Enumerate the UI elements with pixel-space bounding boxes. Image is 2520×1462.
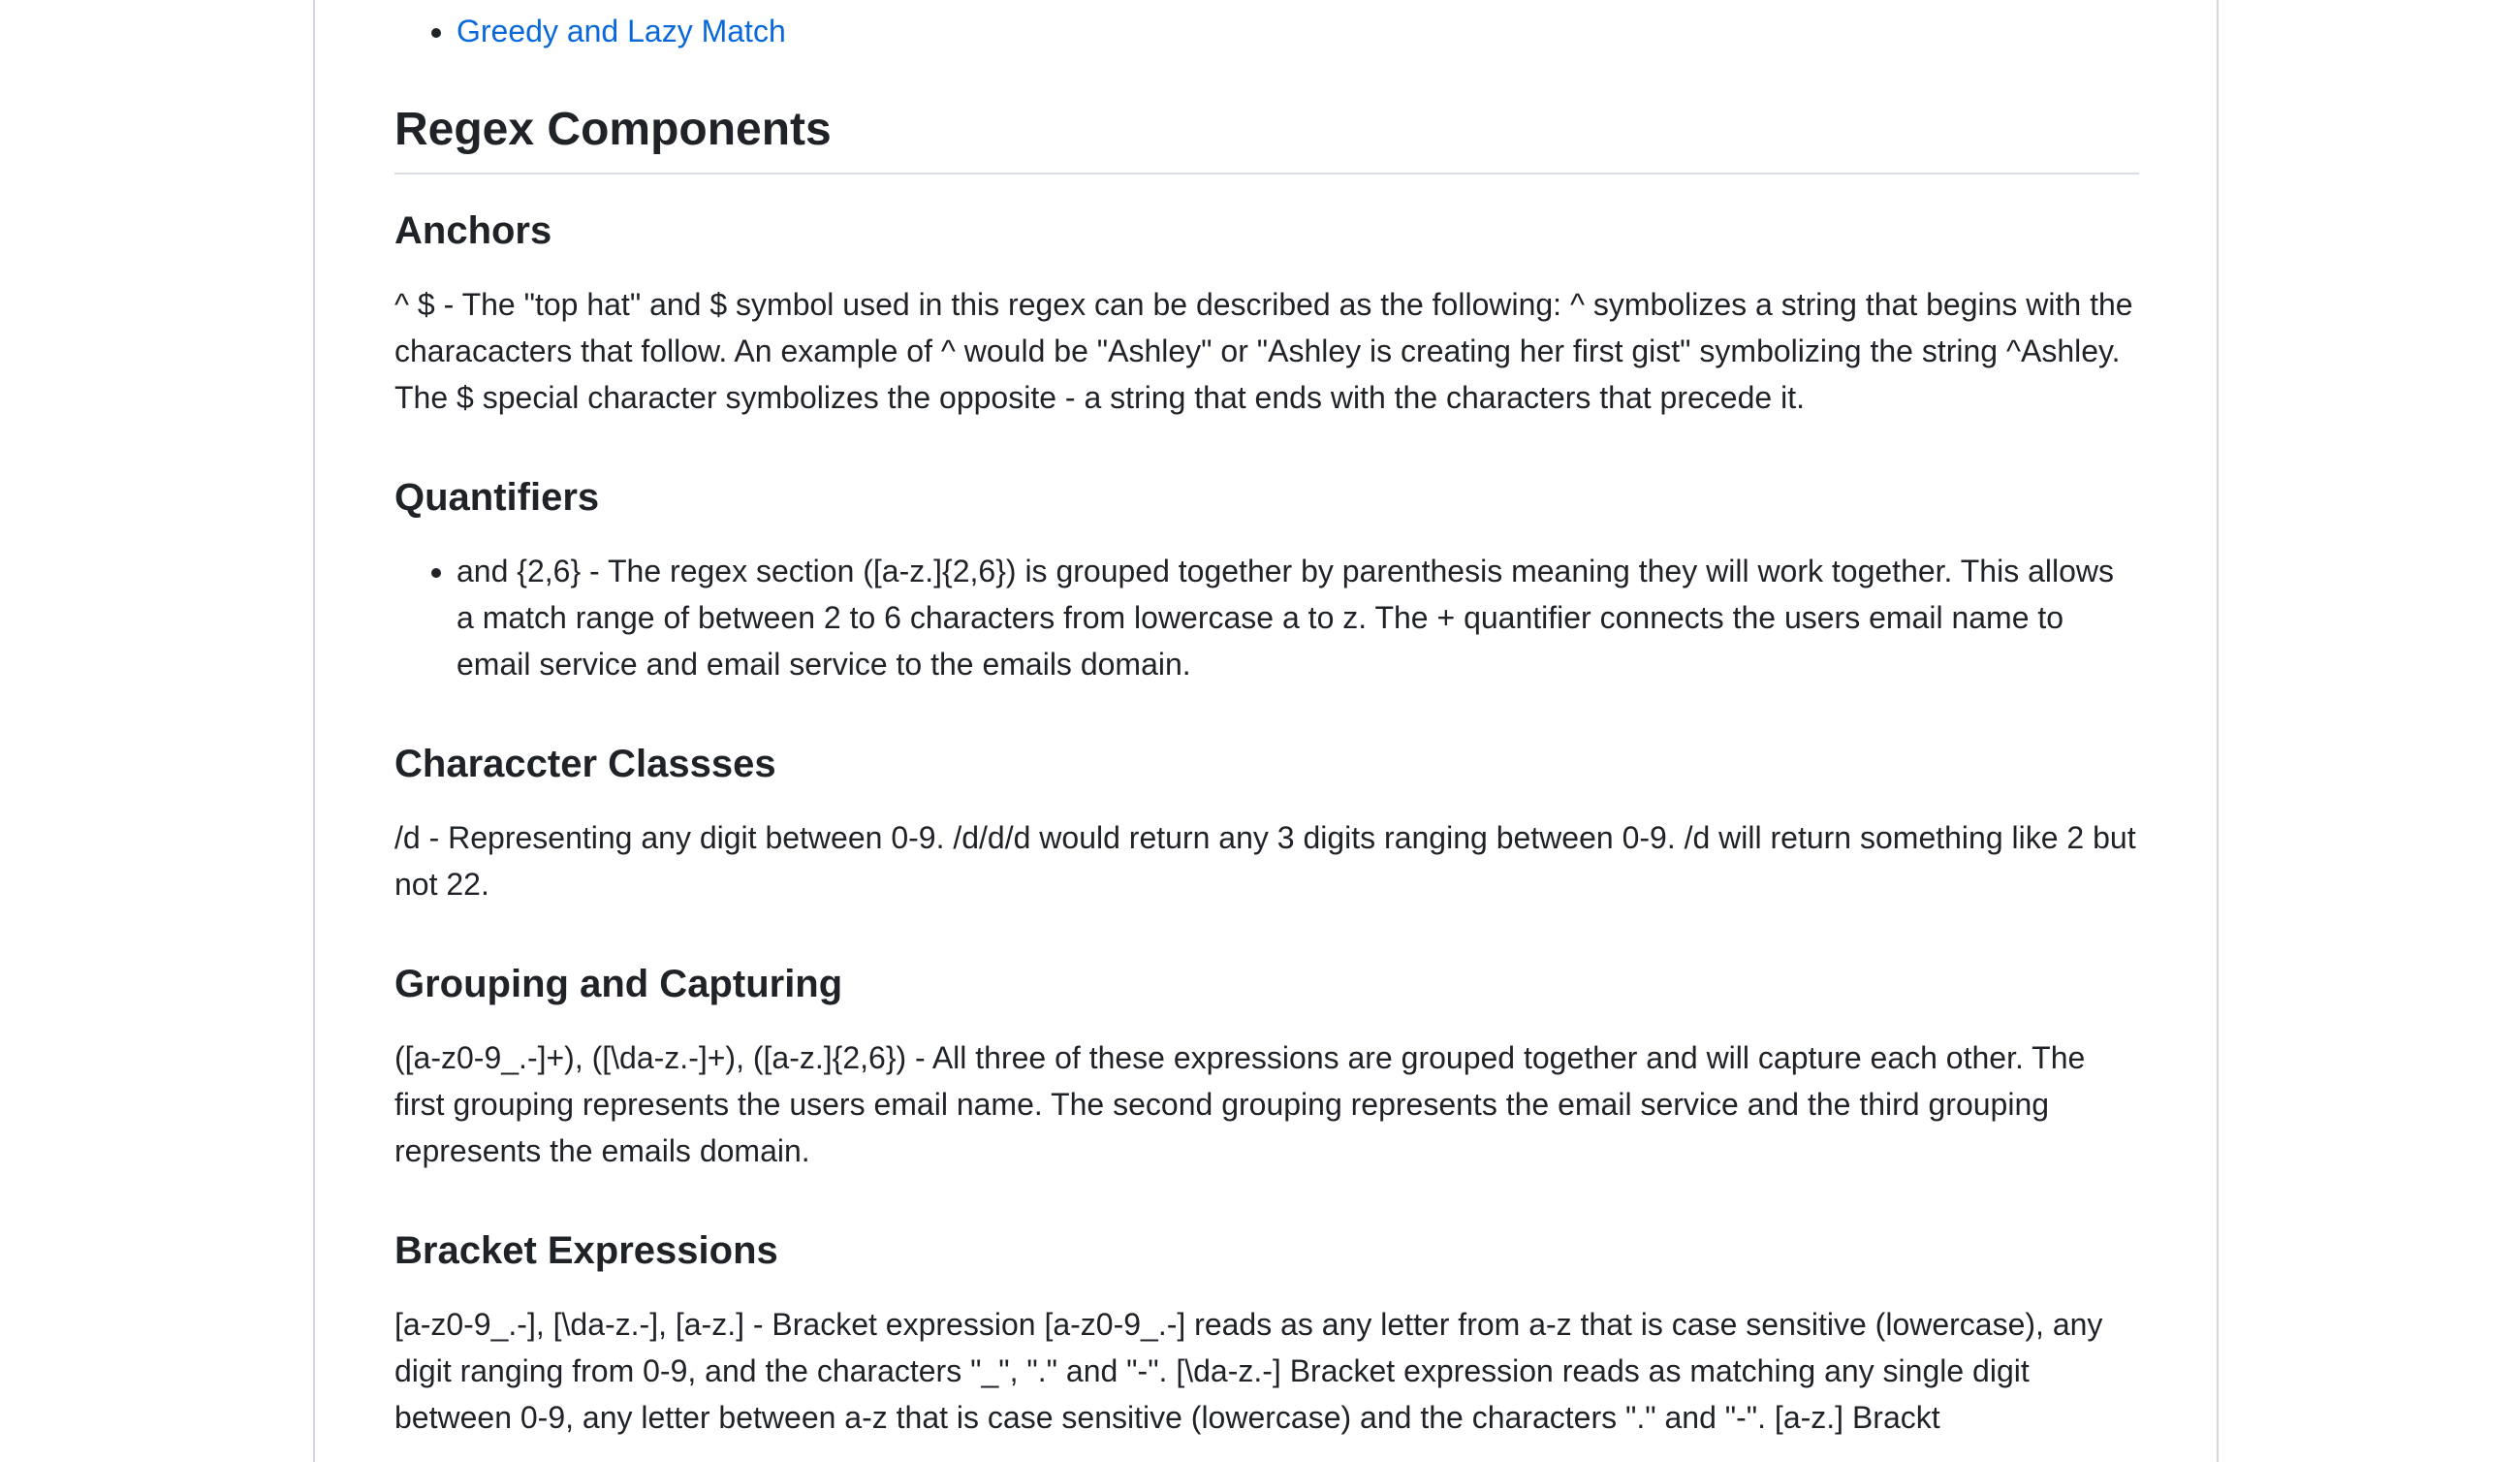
character-classes-paragraph: /d - Representing any digit between 0-9.… bbox=[394, 820, 2136, 902]
heading-quantifiers: Quantifiers bbox=[394, 476, 600, 519]
markdown-article: Greedy and Lazy Match Regex Components A… bbox=[313, 0, 2219, 1462]
page: Greedy and Lazy Match Regex Components A… bbox=[0, 0, 2520, 1462]
heading-bracket-expressions: Bracket Expressions bbox=[394, 1229, 778, 1272]
anchors-paragraph: ^ $ - The "top hat" and $ symbol used in… bbox=[394, 287, 2133, 415]
toc-link-greedy-lazy-match[interactable]: Greedy and Lazy Match bbox=[457, 14, 786, 48]
heading-grouping-capturing: Grouping and Capturing bbox=[394, 963, 843, 1005]
heading-character-classes: Characcter Classses bbox=[394, 743, 776, 785]
quantifiers-list: and {2,6} - The regex section ([a-z.]{2,… bbox=[394, 548, 2139, 687]
grouping-paragraph: ([a-z0-9_.-]+), ([\da-z.-]+), ([a-z.]{2,… bbox=[394, 1040, 2086, 1168]
section-title: Regex Components bbox=[394, 97, 2139, 175]
table-of-contents: Greedy and Lazy Match bbox=[394, 8, 786, 54]
heading-anchors: Anchors bbox=[394, 209, 552, 252]
bracket-paragraph: [a-z0-9_.-], [\da-z.-], [a-z.] - Bracket… bbox=[394, 1307, 2103, 1435]
quantifiers-list-item: and {2,6} - The regex section ([a-z.]{2,… bbox=[457, 548, 2139, 687]
toc-item: Greedy and Lazy Match bbox=[457, 8, 786, 54]
quantifiers-list-block: and {2,6} - The regex section ([a-z.]{2,… bbox=[394, 548, 2139, 687]
